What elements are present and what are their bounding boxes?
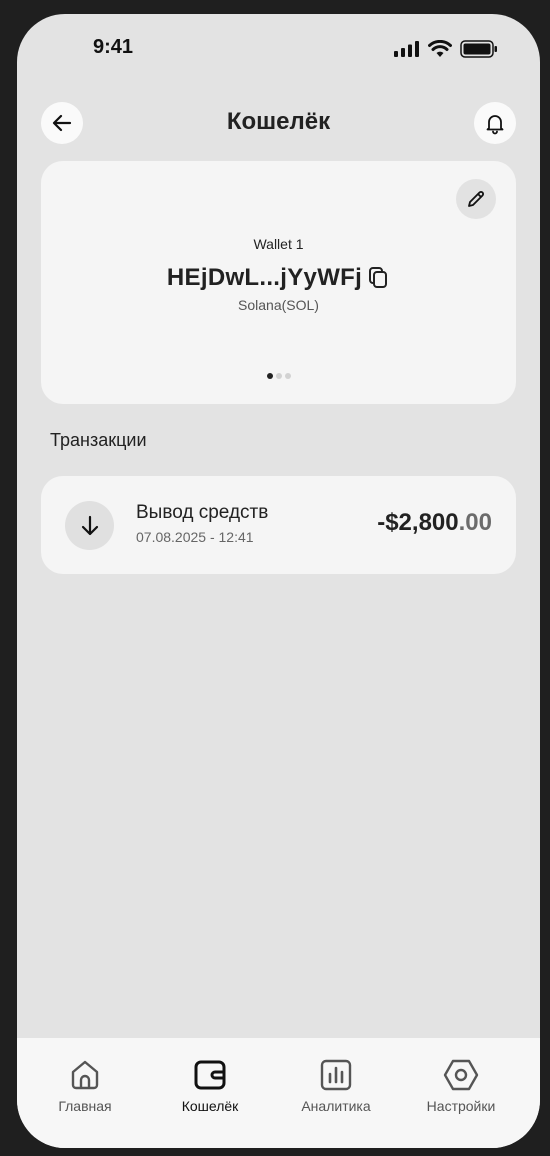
pager-dot-2[interactable] [275, 373, 282, 379]
wallet-pager[interactable] [41, 373, 516, 379]
wifi-icon [428, 40, 452, 57]
tab-analytics-label: Аналитика [301, 1098, 371, 1114]
chart-icon [320, 1059, 352, 1091]
transaction-amount-main: -$2,800 [377, 509, 459, 536]
home-icon [71, 1060, 99, 1090]
copy-address-button[interactable] [368, 266, 390, 290]
tab-analytics[interactable]: Аналитика [281, 1058, 391, 1114]
transaction-amount-cents: .00 [458, 509, 492, 536]
transaction-item[interactable]: Вывод средств 07.08.2025 - 12:41 -$2,800… [41, 476, 516, 574]
tab-home-label: Главная [58, 1098, 112, 1114]
wallet-network: Solana(SOL) [238, 297, 319, 313]
bell-icon [486, 115, 504, 135]
phone-screen: 9:41 Кошелёк Wallet 1 HEjDwL...jYyWFj So… [17, 14, 540, 1148]
settings-icon [443, 1059, 479, 1091]
transaction-date: 07.08.2025 - 12:41 [136, 529, 254, 545]
tab-settings[interactable]: Настройки [406, 1058, 516, 1114]
edit-wallet-button[interactable] [456, 179, 496, 219]
pencil-icon [468, 191, 484, 207]
transactions-title: Транзакции [50, 430, 147, 450]
arrow-down-icon [81, 515, 98, 535]
tab-wallet-label: Кошелёк [181, 1098, 239, 1114]
wallet-icon [194, 1060, 226, 1090]
tab-wallet[interactable]: Кошелёк [155, 1058, 265, 1114]
wallet-name: Wallet 1 [253, 236, 304, 252]
pager-dot-1[interactable] [266, 373, 273, 379]
page-title: Кошелёк [226, 108, 331, 135]
pager-dot-3[interactable] [284, 373, 291, 379]
transaction-amount: -$2,800.00 [377, 509, 492, 537]
notifications-button[interactable] [474, 102, 516, 144]
copy-icon [369, 267, 388, 288]
transaction-icon-circle [65, 501, 114, 550]
battery-icon [460, 40, 497, 58]
signal-icon [394, 41, 419, 57]
transaction-title: Вывод средств [136, 502, 269, 523]
tab-home[interactable]: Главная [30, 1058, 140, 1114]
wallet-card[interactable]: Wallet 1 HEjDwL...jYyWFj Solana(SOL) [41, 161, 516, 404]
status-time: 9:41 [93, 36, 134, 58]
wallet-address-row: HEjDwL...jYyWFj [41, 264, 516, 292]
wallet-address: HEjDwL...jYyWFj [166, 264, 363, 291]
bottom-tab-bar: Главная Кошелёк Аналитика Настройки [17, 1038, 540, 1148]
status-icons [394, 40, 498, 58]
tab-settings-label: Настройки [426, 1098, 496, 1114]
